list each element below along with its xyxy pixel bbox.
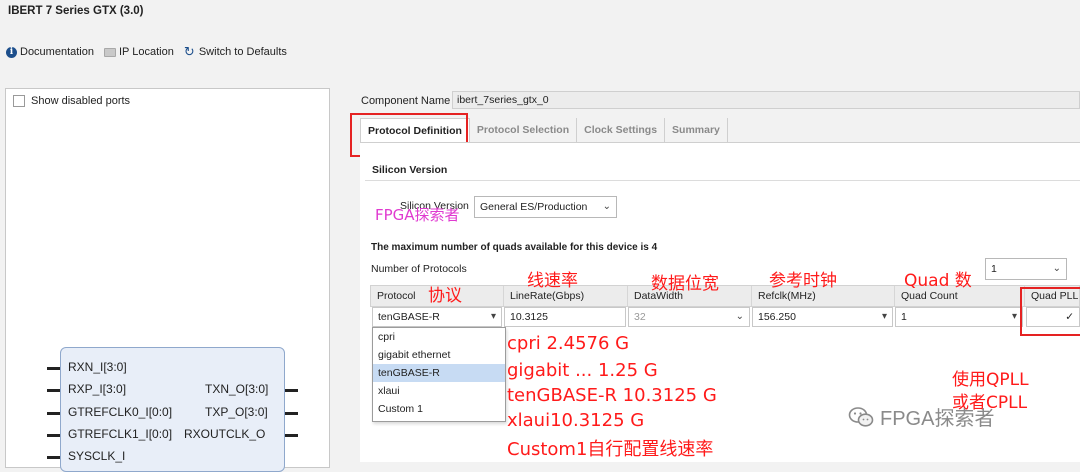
switch-defaults-label: Switch to Defaults — [198, 46, 287, 58]
silicon-section-title: Silicon Version — [372, 164, 448, 176]
watermark-overlay: FPGA探索者 — [375, 206, 460, 224]
component-name-input[interactable]: ibert_7series_gtx_0 — [452, 91, 1080, 109]
data-width-select[interactable]: 32 ⌄ — [628, 307, 750, 327]
line-rate-input[interactable]: 10.3125 — [504, 307, 626, 327]
chevron-down-icon: ▾ — [1011, 311, 1017, 322]
option-gigabit-ethernet[interactable]: gigabit ethernet — [373, 346, 505, 364]
option-xlaui[interactable]: xlaui — [373, 382, 505, 400]
protocol-value: tenGBASE-R — [378, 311, 440, 323]
documentation-label: Documentation — [20, 46, 94, 58]
annotation-rate-cpri: cpri 2.4576 G — [507, 333, 630, 354]
pin-line — [285, 389, 298, 392]
annotation-refclk: 参考时钟 — [769, 271, 837, 291]
data-width-value: 32 — [634, 311, 646, 323]
chevron-down-icon: ⌄ — [1052, 263, 1061, 274]
quad-count-value: 1 — [901, 311, 907, 323]
pin-rxp: RXP_I[3:0] — [68, 382, 127, 396]
chevron-down-icon: ▾ — [881, 311, 887, 322]
pin-line — [47, 389, 60, 392]
pin-gtrefclk0: GTREFCLK0_I[0:0] — [68, 405, 173, 419]
switch-defaults-button[interactable]: ↻ Switch to Defaults — [183, 44, 287, 59]
tab-summary[interactable]: Summary — [665, 118, 728, 142]
silicon-version-value: General ES/Production — [480, 201, 588, 213]
watermark-text: FPGA探索者 — [880, 408, 995, 430]
table-row: tenGBASE-R ▾ 10.3125 32 ⌄ 156.250 ▾ 1 ▾ … — [370, 307, 1080, 327]
chevron-down-icon: ⌄ — [735, 311, 744, 322]
pin-line — [47, 367, 60, 370]
pin-rxoutclk: RXOUTCLK_O — [184, 427, 266, 441]
annotation-qpll-line1: 使用QPLL — [952, 370, 1029, 390]
num-protocols-label: Number of Protocols — [371, 263, 467, 275]
num-protocols-select[interactable]: 1 ⌄ — [985, 258, 1067, 280]
show-disabled-ports-label: Show disabled ports — [31, 95, 131, 107]
quad-count-select[interactable]: 1 ▾ — [895, 307, 1023, 327]
ip-location-button[interactable]: IP Location — [104, 46, 174, 58]
ip-location-label: IP Location — [119, 46, 174, 58]
checkbox-icon[interactable] — [13, 95, 25, 107]
annotation-rate-tengbase: tenGBASE-R 10.3125 G — [507, 385, 717, 406]
documentation-button[interactable]: i Documentation — [6, 46, 94, 58]
pin-line — [47, 412, 60, 415]
annotation-protocol: 协议 — [428, 286, 462, 306]
annotation-line-rate: 线速率 — [527, 271, 578, 291]
toolbar: i Documentation IP Location ↻ Switch to … — [6, 45, 287, 59]
chevron-down-icon: ▾ — [490, 311, 496, 322]
line-rate-value: 10.3125 — [510, 311, 548, 323]
protocol-dropdown: cpri gigabit ethernet tenGBASE-R xlaui C… — [372, 327, 506, 422]
folder-icon — [104, 47, 116, 57]
show-disabled-ports-toggle[interactable]: Show disabled ports — [13, 95, 130, 107]
refresh-icon: ↻ — [183, 44, 195, 59]
chevron-down-icon: ⌄ — [602, 201, 611, 212]
annotation-rate-gigabit: gigabit ... 1.25 G — [507, 360, 658, 381]
pin-line — [47, 434, 60, 437]
component-name-label: Component Name — [361, 95, 451, 107]
pin-sysclk: SYSCLK_I — [68, 449, 126, 463]
annotation-rate-custom: Custom1自行配置线速率 — [507, 439, 714, 460]
pin-txp: TXP_O[3:0] — [205, 405, 268, 419]
tab-protocol-selection[interactable]: Protocol Selection — [469, 118, 578, 142]
watermark: FPGA探索者 — [848, 402, 994, 431]
pin-rxn: RXN_I[3:0] — [68, 360, 127, 374]
section-divider — [365, 180, 1080, 181]
max-quads-note: The maximum number of quads available fo… — [371, 242, 658, 253]
protocol-table-header: Protocol LineRate(Gbps) DataWidth Refclk… — [370, 285, 1080, 307]
pin-line — [285, 412, 298, 415]
refclk-select[interactable]: 156.250 ▾ — [752, 307, 893, 327]
highlight-box-quad-pll — [1020, 287, 1080, 336]
pin-gtrefclk1: GTREFCLK1_I[0:0] — [68, 427, 173, 441]
wechat-icon — [848, 406, 874, 427]
protocol-select[interactable]: tenGBASE-R ▾ — [372, 307, 502, 327]
pin-line — [47, 456, 60, 459]
pin-line — [285, 434, 298, 437]
option-tengbase-r[interactable]: tenGBASE-R — [373, 364, 505, 382]
annotation-quad-count: Quad 数 — [904, 271, 972, 291]
annotation-data-width: 数据位宽 — [651, 274, 719, 294]
option-cpri[interactable]: cpri — [373, 328, 505, 346]
info-icon: i — [6, 46, 17, 58]
num-protocols-value: 1 — [991, 263, 997, 275]
refclk-value: 156.250 — [758, 311, 796, 323]
pin-txn: TXN_O[3:0] — [205, 382, 269, 396]
annotation-rate-xlaui: xlaui10.3125 G — [507, 410, 645, 431]
option-custom-1[interactable]: Custom 1 — [373, 400, 505, 418]
window-title: IBERT 7 Series GTX (3.0) — [8, 5, 144, 17]
tab-clock-settings[interactable]: Clock Settings — [577, 118, 666, 142]
silicon-version-select[interactable]: General ES/Production ⌄ — [474, 196, 617, 218]
